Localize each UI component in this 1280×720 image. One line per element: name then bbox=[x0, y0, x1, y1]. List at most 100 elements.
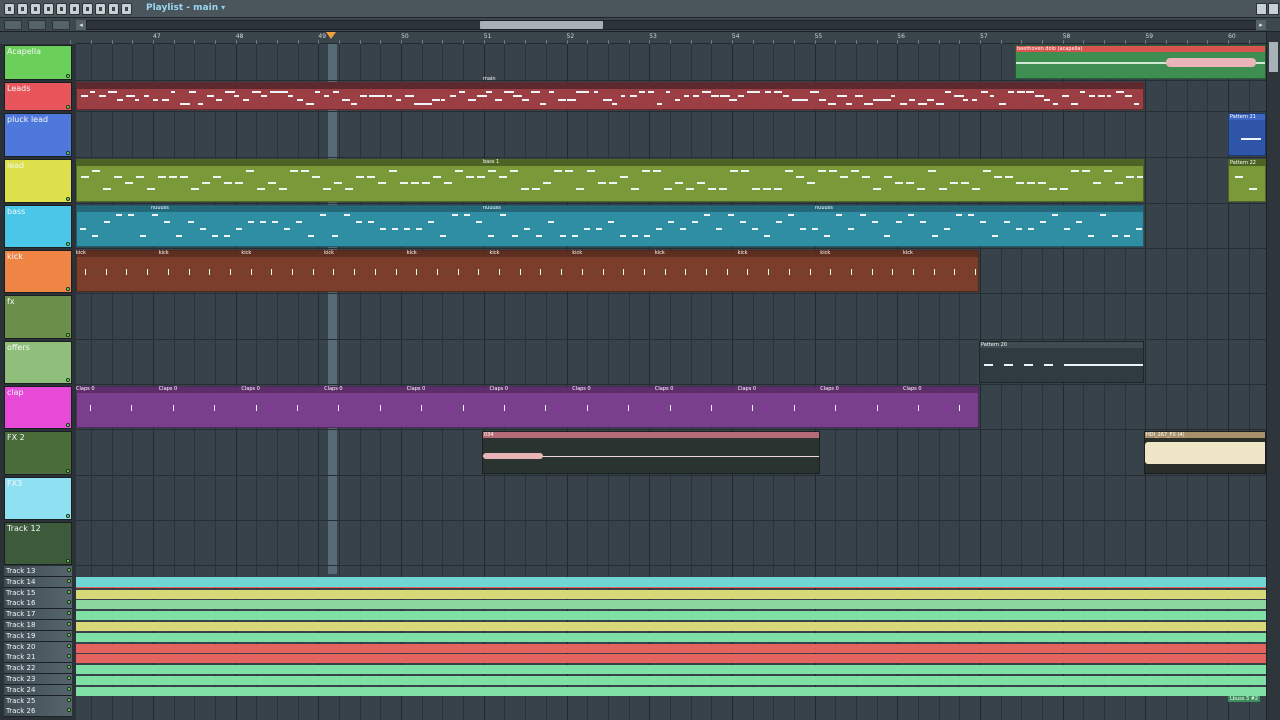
track-header[interactable]: Acapella bbox=[4, 45, 72, 80]
timeline-ruler[interactable]: 47 48 49 50 51 52 53 54 55 56 57 58 59 60 bbox=[70, 32, 1271, 44]
vertical-scrollbar-thumb[interactable] bbox=[1269, 42, 1278, 72]
lead-end-clip[interactable]: Pattern 22 bbox=[1228, 159, 1266, 202]
track-mute-led[interactable] bbox=[66, 242, 70, 246]
track-header[interactable]: Leads bbox=[4, 82, 72, 111]
track-mute-led[interactable] bbox=[67, 600, 71, 605]
automation-clip[interactable] bbox=[76, 589, 1266, 599]
track-mute-led[interactable] bbox=[67, 654, 71, 659]
fx2-clip-b[interactable]: HDI_267_FX (4) bbox=[1144, 431, 1266, 474]
automation-clip[interactable] bbox=[76, 600, 1266, 610]
automation-clip[interactable] bbox=[76, 643, 1266, 653]
track-header[interactable]: clap bbox=[4, 386, 72, 429]
menu-icon[interactable] bbox=[4, 3, 15, 15]
offers-clip[interactable]: Pattern 20 bbox=[979, 341, 1144, 383]
minimize-icon[interactable] bbox=[1256, 3, 1267, 15]
track-header[interactable]: pluck lead bbox=[4, 113, 72, 157]
track-mute-led[interactable] bbox=[67, 708, 71, 713]
small-track-header[interactable]: Track 20 bbox=[4, 641, 72, 653]
small-track-header[interactable]: Track 14 bbox=[4, 576, 72, 588]
playback-tool-icon[interactable] bbox=[121, 3, 132, 15]
small-track-header[interactable]: Track 17 bbox=[4, 609, 72, 621]
track-lane[interactable] bbox=[76, 521, 1266, 566]
playlist-title[interactable]: Playlist - main ▾ bbox=[146, 3, 225, 13]
automation-clip[interactable] bbox=[76, 577, 1266, 587]
fx2-clip-a[interactable]: 034 bbox=[482, 431, 820, 474]
track-header[interactable]: fx bbox=[4, 295, 72, 339]
track-mute-led[interactable] bbox=[67, 578, 71, 583]
track-mute-led[interactable] bbox=[66, 333, 70, 337]
small-track-header[interactable]: Track 19 bbox=[4, 630, 72, 642]
small-track-header[interactable]: Track 22 bbox=[4, 663, 72, 675]
track-mute-led[interactable] bbox=[67, 632, 71, 637]
small-track-header[interactable]: Track 26 bbox=[4, 706, 72, 718]
automation-clip[interactable] bbox=[76, 686, 1266, 696]
clap-clip[interactable] bbox=[76, 386, 979, 428]
automation-clip[interactable] bbox=[76, 665, 1266, 675]
track-mute-led[interactable] bbox=[67, 643, 71, 648]
close-icon[interactable] bbox=[1268, 3, 1279, 15]
mute-tool-icon[interactable] bbox=[69, 3, 80, 15]
small-track-header[interactable]: Track 23 bbox=[4, 674, 72, 685]
automation-clip[interactable] bbox=[76, 654, 1266, 664]
scroll-right-icon[interactable]: ▸ bbox=[1256, 20, 1266, 30]
zoom-tool-icon[interactable] bbox=[108, 3, 119, 15]
pluck-clip[interactable]: Pattern 21 bbox=[1228, 113, 1266, 156]
track-header[interactable]: lead bbox=[4, 159, 72, 203]
delete-tool-icon[interactable] bbox=[56, 3, 67, 15]
snap-icon[interactable] bbox=[17, 3, 28, 15]
automation-clip[interactable] bbox=[76, 632, 1266, 642]
track-header[interactable]: kick bbox=[4, 250, 72, 293]
slice-tool-icon[interactable] bbox=[82, 3, 93, 15]
track-mute-led[interactable] bbox=[66, 469, 70, 473]
track-mute-led[interactable] bbox=[66, 151, 70, 155]
scroll-left-icon[interactable]: ◂ bbox=[76, 20, 86, 30]
track-mute-led[interactable] bbox=[67, 589, 71, 594]
track-lane[interactable] bbox=[76, 476, 1266, 521]
vertical-scrollbar[interactable] bbox=[1266, 32, 1280, 720]
track-lane[interactable] bbox=[76, 112, 1266, 158]
automation-clip[interactable] bbox=[76, 622, 1266, 631]
track-mute-led[interactable] bbox=[67, 568, 71, 572]
track-mute-led[interactable] bbox=[67, 622, 71, 626]
track-mute-led[interactable] bbox=[67, 611, 71, 616]
small-track-header[interactable]: Track 24 bbox=[4, 684, 72, 696]
track-mute-led[interactable] bbox=[67, 686, 71, 691]
track-header[interactable]: bass bbox=[4, 205, 72, 248]
leads-clip[interactable] bbox=[76, 82, 1144, 110]
automation-view-icon[interactable] bbox=[52, 20, 70, 30]
track-mute-led[interactable] bbox=[66, 287, 70, 291]
small-track-header[interactable]: Track 15 bbox=[4, 587, 72, 599]
small-track-header[interactable]: Track 21 bbox=[4, 652, 72, 664]
track-mute-led[interactable] bbox=[66, 197, 70, 201]
track-mute-led[interactable] bbox=[66, 423, 70, 427]
small-track-header[interactable]: Track 13 bbox=[4, 566, 72, 577]
bass-clip[interactable] bbox=[76, 205, 1144, 247]
draw-tool-icon[interactable] bbox=[30, 3, 41, 15]
track-header[interactable]: FX 2 bbox=[4, 431, 72, 475]
track-mute-led[interactable] bbox=[67, 676, 71, 680]
track-lane[interactable] bbox=[76, 294, 1266, 340]
track-mute-led[interactable] bbox=[66, 74, 70, 78]
scrollbar-thumb[interactable] bbox=[480, 21, 603, 29]
small-track-header[interactable]: Track 16 bbox=[4, 598, 72, 610]
small-track-header[interactable]: Track 25 bbox=[4, 695, 72, 707]
track-mute-led[interactable] bbox=[67, 665, 71, 670]
select-tool-icon[interactable] bbox=[95, 3, 106, 15]
track-mute-led[interactable] bbox=[67, 697, 71, 702]
horizontal-scrollbar[interactable] bbox=[86, 20, 1266, 30]
paint-tool-icon[interactable] bbox=[43, 3, 54, 15]
playlist-grid[interactable]: beethoven dolo (acapella) main Pattern 21 b… bbox=[76, 44, 1266, 720]
track-mute-led[interactable] bbox=[66, 559, 70, 563]
kick-clip[interactable] bbox=[76, 250, 979, 292]
lead-clip[interactable] bbox=[76, 159, 1144, 202]
track-mute-led[interactable] bbox=[66, 378, 70, 382]
track-header[interactable]: Track 12 bbox=[4, 522, 72, 565]
audio-view-icon[interactable] bbox=[28, 20, 46, 30]
track-mute-led[interactable] bbox=[66, 514, 70, 518]
track-mute-led[interactable] bbox=[66, 105, 70, 109]
automation-clip[interactable] bbox=[76, 611, 1266, 621]
small-track-header[interactable]: Track 18 bbox=[4, 620, 72, 631]
acapella-clip[interactable]: beethoven dolo (acapella) bbox=[1015, 45, 1266, 79]
automation-clip[interactable] bbox=[76, 676, 1266, 685]
pattern-view-icon[interactable] bbox=[4, 20, 22, 30]
